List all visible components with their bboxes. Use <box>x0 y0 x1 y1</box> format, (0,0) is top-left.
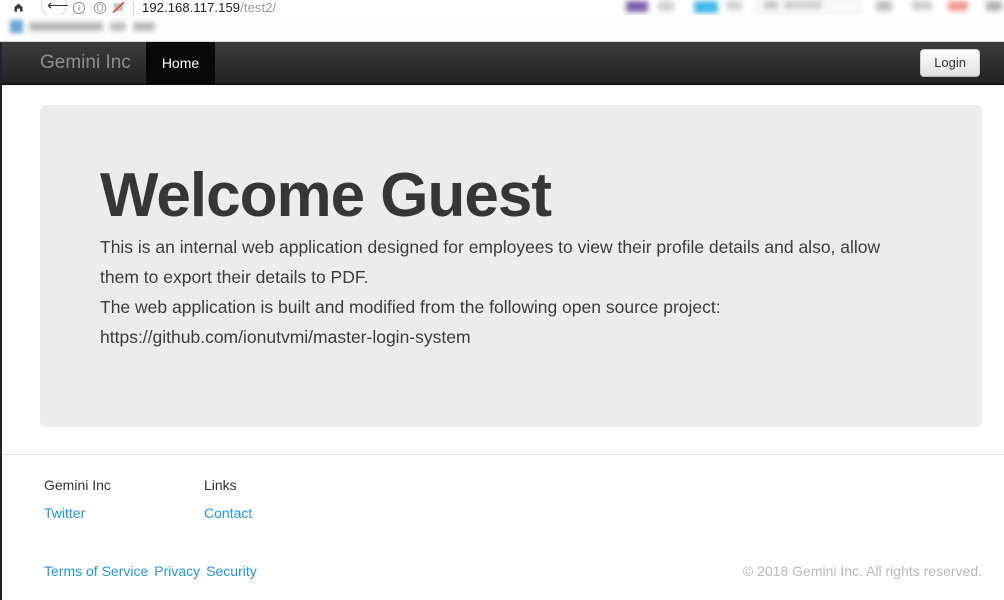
footer-bottom: Terms of Service Privacy Security © 2018… <box>44 523 982 581</box>
nav-link-home[interactable]: Home <box>145 42 216 84</box>
footer-column-title: Gemini Inc <box>44 477 111 493</box>
url-host: 192.168.117.159 <box>142 0 241 15</box>
shield-icon[interactable] <box>91 0 108 15</box>
url-separator <box>133 0 134 15</box>
home-icon[interactable] <box>8 0 28 15</box>
footer-link-privacy[interactable]: Privacy <box>154 561 200 581</box>
back-button[interactable]: ⟵ <box>38 0 69 15</box>
intro-paragraph: This is an internal web application desi… <box>100 237 881 288</box>
bookmark-label-redacted-2 <box>110 22 126 31</box>
login-button[interactable]: Login <box>920 49 980 77</box>
page-title: Welcome Guest <box>100 161 552 230</box>
footer-link-contact[interactable]: Contact <box>204 503 364 523</box>
bookmark-label-redacted-1 <box>29 22 103 31</box>
bookmarks-bar <box>0 15 1004 41</box>
navbar-links: Home <box>145 42 216 84</box>
navbar-brand[interactable]: Gemini Inc <box>2 42 146 84</box>
bookmark-favicon <box>10 20 23 33</box>
chrome-widget-redacted-7[interactable] <box>948 1 968 11</box>
footer-legal-links: Terms of Service Privacy Security <box>44 561 257 581</box>
chrome-widget-redacted-6[interactable] <box>912 1 932 10</box>
source-project-url: https://github.com/ionutvmi/master-login… <box>100 327 471 348</box>
jumbotron: Welcome Guest This is an internal web ap… <box>40 105 982 427</box>
url-path: /test2/ <box>240 0 277 15</box>
chrome-widget-redacted-1[interactable] <box>626 1 648 12</box>
bookmark-label-redacted-3 <box>133 22 155 31</box>
chrome-widget-redacted-8[interactable] <box>986 1 1002 11</box>
browser-chrome: ⟵ 192.168.117.159/test2/ <box>0 0 1004 42</box>
footer-column-links: Links Contact <box>204 476 364 523</box>
navbar: Gemini Inc Home Login <box>2 42 1004 85</box>
bookmark-item-redacted[interactable] <box>10 20 158 34</box>
page-container: Welcome Guest This is an internal web ap… <box>2 85 1004 427</box>
browser-toolbar: ⟵ 192.168.117.159/test2/ <box>0 0 1004 15</box>
blocked-slash-icon[interactable] <box>110 0 127 15</box>
chrome-search-text-redacted-2 <box>784 1 822 9</box>
chrome-widget-redacted-2[interactable] <box>658 1 674 11</box>
chrome-widget-redacted-3[interactable] <box>694 1 718 13</box>
footer-column-title: Links <box>204 477 237 493</box>
chrome-widget-redacted-4[interactable] <box>726 1 742 10</box>
page-viewport: Gemini Inc Home Login Welcome Guest This… <box>0 42 1004 600</box>
chrome-search-text-redacted-1 <box>764 1 778 9</box>
chrome-widget-redacted-5[interactable] <box>876 1 892 11</box>
footer-link-twitter[interactable]: Twitter <box>44 503 204 523</box>
footer-link-terms-of-service[interactable]: Terms of Service <box>44 561 148 581</box>
footer-link-security[interactable]: Security <box>206 561 257 581</box>
copyright-text: © 2018 Gemini Inc. All rights reserved. <box>742 562 982 579</box>
footer-columns: Gemini Inc Twitter Links Contact <box>44 455 982 523</box>
footer: Gemini Inc Twitter Links Contact Terms o… <box>2 454 1004 581</box>
back-arrow-icon: ⟵ <box>47 0 69 14</box>
info-circle-icon[interactable] <box>70 0 87 15</box>
footer-column-company: Gemini Inc Twitter <box>44 476 204 523</box>
url-bar[interactable]: 192.168.117.159/test2/ <box>142 0 276 15</box>
navbar-right: Login <box>920 42 1004 84</box>
source-project-paragraph: The web application is built and modifie… <box>100 297 721 318</box>
